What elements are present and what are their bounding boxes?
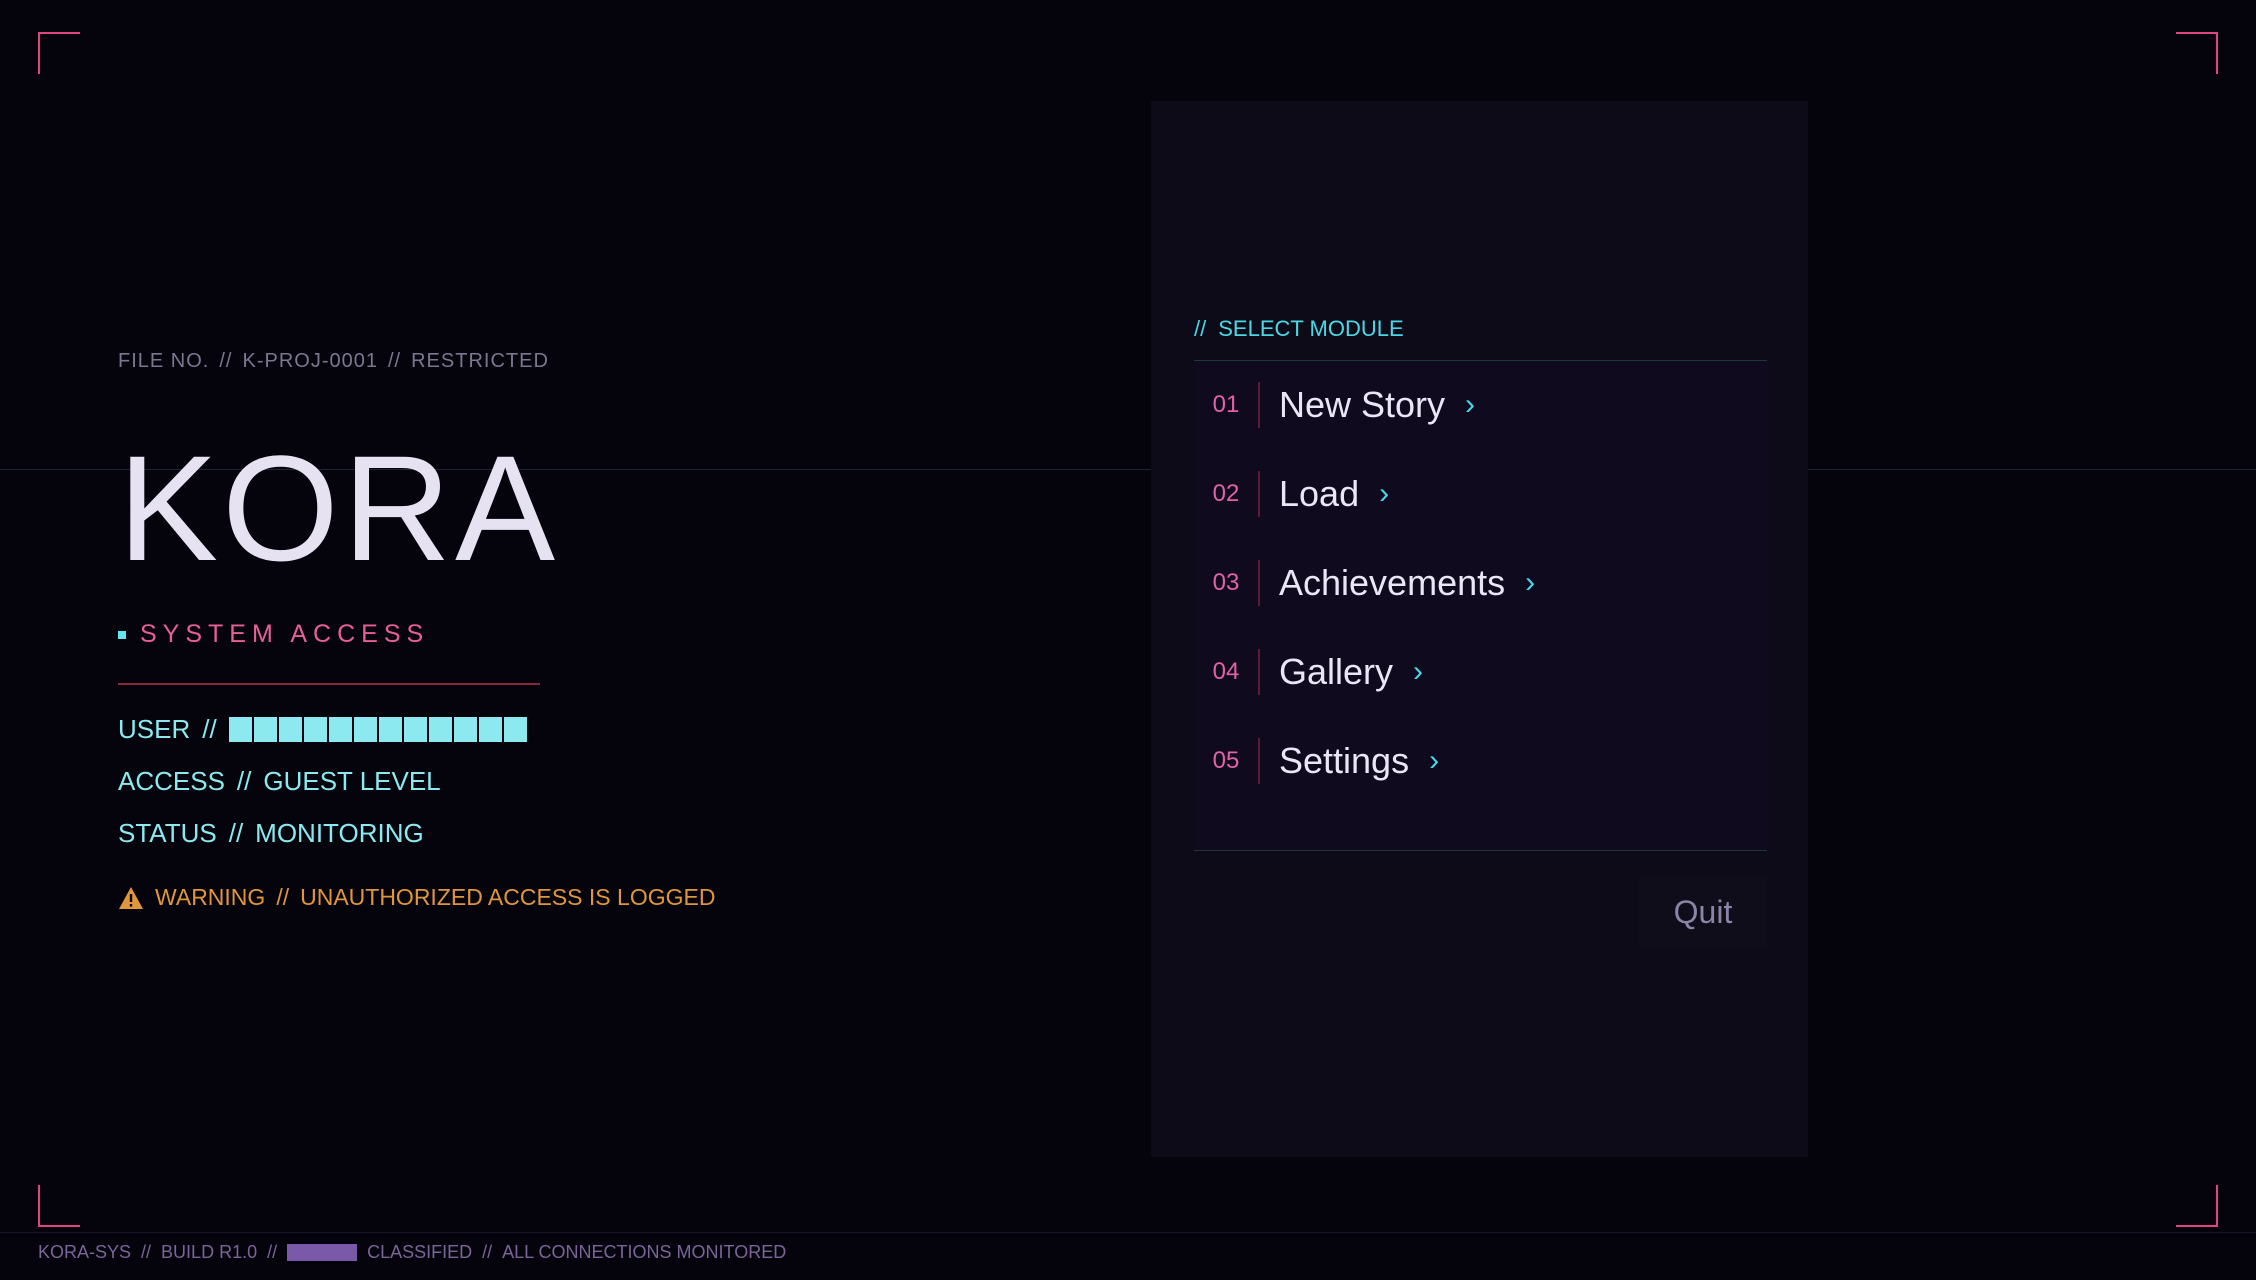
corner-bracket-bottom-right — [2176, 1185, 2218, 1227]
warning-message: UNAUTHORIZED ACCESS IS LOGGED — [300, 884, 716, 910]
menu-list: 01 New Story › 02 Load › 03 Achievements… — [1194, 361, 1767, 851]
user-row: USER // — [118, 714, 527, 745]
menu-item-divider — [1258, 471, 1260, 517]
menu-item-number: 04 — [1212, 658, 1240, 685]
separator: // — [267, 1242, 278, 1262]
access-value: GUEST LEVEL — [263, 766, 441, 796]
corner-bracket-top-right — [2176, 32, 2218, 74]
file-label: FILE NO. — [118, 350, 210, 372]
status-row: STATUS // MONITORING — [118, 818, 424, 849]
access-label: ACCESS — [118, 766, 225, 796]
warning-notice: WARNING // UNAUTHORIZED ACCESS IS LOGGED — [118, 884, 715, 911]
chevron-right-icon: › — [1413, 655, 1424, 688]
status-label: STATUS — [118, 818, 217, 848]
chevron-right-icon: › — [1429, 744, 1440, 777]
menu-item-settings[interactable]: 05 Settings › — [1194, 731, 1767, 791]
separator: // — [276, 884, 290, 910]
redacted-block — [287, 1244, 358, 1261]
access-row: ACCESS // GUEST LEVEL — [118, 766, 441, 797]
menu-item-divider — [1258, 560, 1260, 606]
system-access-heading: SYSTEM ACCESS — [118, 620, 429, 649]
menu-item-label: Gallery — [1279, 651, 1394, 692]
separator: // — [387, 350, 402, 372]
footer-system: KORA-SYS — [38, 1242, 132, 1262]
chevron-right-icon: › — [1379, 477, 1390, 510]
menu-item-label: Achievements — [1279, 562, 1506, 603]
menu-item-divider — [1258, 649, 1260, 695]
redacted-user-value — [228, 717, 527, 742]
user-label: USER — [118, 714, 191, 744]
system-access-label: SYSTEM ACCESS — [140, 620, 430, 648]
classification-label: RESTRICTED — [411, 350, 549, 372]
menu-item-new-story[interactable]: 01 New Story › — [1194, 375, 1767, 435]
menu-item-number: 03 — [1212, 569, 1240, 596]
menu-item-load[interactable]: 02 Load › — [1194, 464, 1767, 524]
corner-bracket-top-left — [38, 32, 80, 74]
separator: // — [482, 1242, 493, 1262]
footer-classified: CLASSIFIED — [367, 1242, 473, 1262]
separator: // — [1194, 316, 1207, 341]
menu-item-number: 01 — [1212, 391, 1240, 418]
separator: // — [141, 1242, 152, 1262]
game-title: KORA — [118, 424, 560, 592]
footer-status-bar: KORA-SYS // BUILD R1.0 // CLASSIFIED // … — [38, 1242, 786, 1263]
status-value: MONITORING — [255, 818, 424, 848]
warning-label: WARNING — [155, 884, 266, 910]
warning-triangle-icon — [119, 886, 143, 909]
quit-button[interactable]: Quit — [1639, 877, 1767, 947]
separator: // — [202, 714, 217, 744]
menu-item-label: New Story — [1279, 384, 1446, 425]
chevron-right-icon: › — [1465, 388, 1476, 421]
menu-item-label: Load — [1279, 473, 1360, 514]
chevron-right-icon: › — [1525, 566, 1536, 599]
menu-item-gallery[interactable]: 04 Gallery › — [1194, 642, 1767, 702]
square-bullet-icon — [118, 630, 126, 639]
footer-notice: ALL CONNECTIONS MONITORED — [502, 1242, 787, 1262]
footer-build: BUILD R1.0 — [161, 1242, 258, 1262]
menu-header-label: SELECT MODULE — [1218, 316, 1404, 341]
footer-divider — [0, 1232, 2256, 1233]
file-info: FILE NO. // K-PROJ-0001 // RESTRICTED — [118, 350, 549, 373]
menu-item-divider — [1258, 382, 1260, 428]
separator: // — [228, 818, 244, 848]
main-menu-panel: // SELECT MODULE 01 New Story › 02 Load ›… — [1151, 101, 1808, 1157]
separator: // — [219, 350, 233, 372]
menu-item-number: 05 — [1212, 747, 1240, 774]
divider — [118, 683, 540, 685]
menu-item-divider — [1258, 738, 1260, 784]
menu-item-number: 02 — [1212, 480, 1240, 507]
menu-item-achievements[interactable]: 03 Achievements › — [1194, 553, 1767, 613]
file-number: K-PROJ-0001 — [242, 350, 378, 372]
separator: // — [236, 766, 252, 796]
menu-item-label: Settings — [1279, 740, 1410, 781]
corner-bracket-bottom-left — [38, 1185, 80, 1227]
menu-header: // SELECT MODULE — [1194, 316, 1767, 361]
